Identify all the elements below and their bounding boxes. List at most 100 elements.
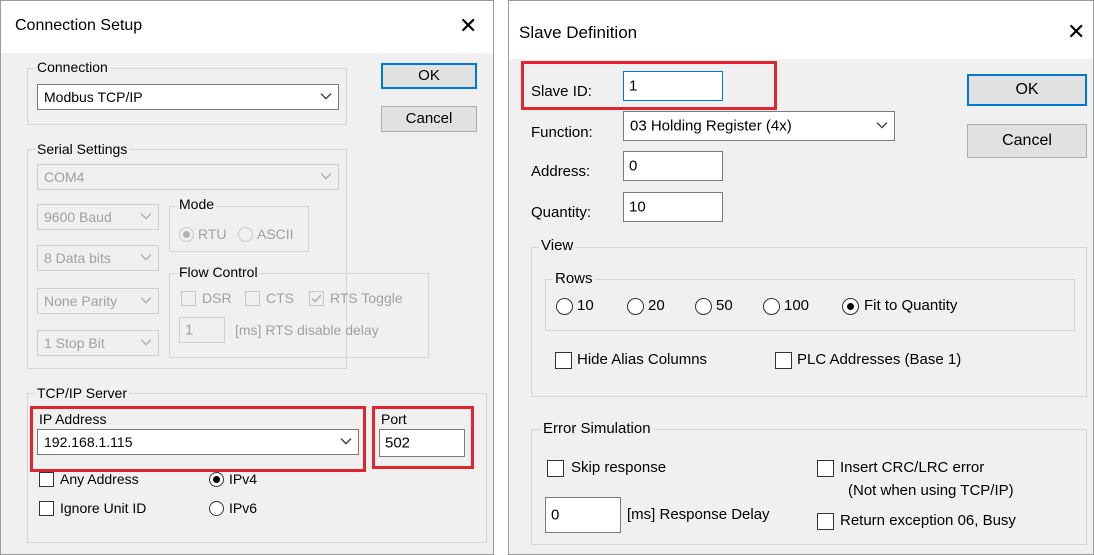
- stop-bit-select[interactable]: 1 Stop Bit: [37, 330, 159, 356]
- skip-response-checkbox[interactable]: [547, 460, 564, 477]
- slave-definition-dialog: Slave Definition ✕ Slave ID: 1 Function:…: [508, 0, 1094, 555]
- function-label: Function:: [531, 124, 593, 141]
- plc-addresses-checkbox[interactable]: [775, 352, 792, 369]
- slave-id-value: 1: [629, 77, 638, 95]
- close-icon[interactable]: ✕: [459, 15, 477, 37]
- chevron-down-icon: [140, 339, 152, 346]
- cancel-button-label: Cancel: [405, 110, 453, 127]
- ok-button-label: OK: [1015, 81, 1039, 98]
- ip-address-select[interactable]: 192.168.1.115: [37, 429, 359, 455]
- mode-label: Mode: [177, 196, 217, 212]
- cancel-button[interactable]: Cancel: [967, 124, 1087, 158]
- ip-address-label: IP Address: [39, 411, 107, 427]
- function-value: 03 Holding Register (4x): [630, 117, 792, 135]
- checkmark-icon: [311, 294, 322, 303]
- rts-toggle-label: RTS Toggle: [330, 290, 403, 306]
- skip-response-label: Skip response: [571, 459, 667, 476]
- rows-fit-to-quantity-radio[interactable]: [842, 298, 859, 315]
- flow-control-label: Flow Control: [177, 264, 260, 280]
- rows-100-label: 100: [784, 297, 810, 314]
- radio-dot: [213, 476, 220, 483]
- slave-id-input[interactable]: 1: [623, 71, 723, 101]
- address-value: 0: [629, 157, 638, 175]
- data-bits-value: 8 Data bits: [44, 250, 111, 266]
- ipv6-radio[interactable]: [209, 501, 224, 516]
- connection-group-label: Connection: [35, 59, 110, 75]
- quantity-input[interactable]: 10: [623, 192, 723, 222]
- ipv4-radio[interactable]: [209, 472, 224, 487]
- dialog-title: Slave Definition: [519, 23, 638, 42]
- response-delay-input[interactable]: 0: [545, 497, 621, 533]
- chevron-down-icon: [320, 93, 332, 100]
- ignore-unit-id-checkbox[interactable]: [39, 501, 54, 516]
- return-exception-checkbox[interactable]: [817, 513, 834, 530]
- chevron-down-icon: [140, 254, 152, 261]
- ipv6-label: IPv6: [229, 500, 258, 516]
- port-label: Port: [381, 411, 407, 427]
- data-bits-select[interactable]: 8 Data bits: [37, 245, 159, 271]
- rts-delay-input[interactable]: 1: [179, 317, 225, 343]
- rows-label: Rows: [553, 270, 595, 287]
- rts-delay-value: 1: [185, 321, 194, 339]
- ok-button[interactable]: OK: [967, 74, 1087, 106]
- tcpip-server-label: TCP/IP Server: [35, 385, 129, 401]
- cts-checkbox[interactable]: [245, 291, 260, 306]
- rows-10-radio[interactable]: [556, 298, 573, 315]
- connection-setup-dialog: Connection Setup ✕ Connection Modbus TCP…: [0, 0, 494, 555]
- rows-10-label: 10: [577, 297, 594, 314]
- view-label: View: [539, 237, 576, 254]
- ipv4-label: IPv4: [229, 471, 258, 487]
- plc-addresses-label: PLC Addresses (Base 1): [797, 351, 962, 368]
- close-icon[interactable]: ✕: [1067, 21, 1085, 43]
- parity-select[interactable]: None Parity: [37, 288, 159, 314]
- rows-50-label: 50: [716, 297, 733, 314]
- dsr-label: DSR: [202, 290, 232, 306]
- any-address-checkbox[interactable]: [39, 472, 54, 487]
- quantity-label: Quantity:: [531, 204, 592, 221]
- mode-ascii-label: ASCII: [257, 226, 294, 242]
- rows-20-radio[interactable]: [627, 298, 644, 315]
- address-label: Address:: [531, 163, 591, 180]
- ok-button[interactable]: OK: [381, 63, 477, 89]
- ip-address-value: 192.168.1.115: [44, 434, 133, 450]
- rows-fit-to-quantity-label: Fit to Quantity: [864, 297, 958, 314]
- stop-bit-value: 1 Stop Bit: [44, 335, 105, 351]
- connection-type-value: Modbus TCP/IP: [44, 89, 143, 105]
- insert-crc-error-note: (Not when using TCP/IP): [848, 482, 1014, 499]
- mode-rtu-radio[interactable]: [179, 227, 194, 242]
- cancel-button[interactable]: Cancel: [381, 106, 477, 132]
- ok-button-label: OK: [418, 67, 440, 84]
- response-delay-label: [ms] Response Delay: [627, 506, 770, 523]
- error-simulation-label: Error Simulation: [541, 420, 653, 437]
- flow-control-group: [169, 273, 429, 358]
- mode-rtu-label: RTU: [198, 226, 227, 242]
- baud-rate-value: 9600 Baud: [44, 209, 112, 225]
- chevron-down-icon: [340, 438, 352, 445]
- insert-crc-error-checkbox[interactable]: [817, 460, 834, 477]
- port-value: 502: [385, 434, 411, 452]
- chevron-down-icon: [140, 213, 152, 220]
- connection-type-select[interactable]: Modbus TCP/IP: [37, 84, 339, 110]
- rows-group: [545, 279, 1075, 331]
- rows-50-radio[interactable]: [695, 298, 712, 315]
- any-address-label: Any Address: [60, 471, 139, 487]
- hide-alias-columns-checkbox[interactable]: [555, 352, 572, 369]
- serial-port-value: COM4: [44, 169, 85, 185]
- chevron-down-icon: [876, 122, 888, 129]
- chevron-down-icon: [140, 297, 152, 304]
- rts-toggle-checkbox[interactable]: [309, 291, 324, 306]
- mode-ascii-radio[interactable]: [238, 227, 253, 242]
- rts-delay-label: [ms] RTS disable delay: [235, 322, 379, 338]
- insert-crc-error-label: Insert CRC/LRC error: [840, 459, 985, 476]
- serial-port-select[interactable]: COM4: [37, 164, 339, 190]
- cts-label: CTS: [266, 290, 294, 306]
- rows-100-radio[interactable]: [763, 298, 780, 315]
- dialog-title: Connection Setup: [15, 17, 143, 34]
- function-select[interactable]: 03 Holding Register (4x): [623, 111, 895, 141]
- address-input[interactable]: 0: [623, 151, 723, 181]
- radio-dot: [183, 231, 190, 238]
- dsr-checkbox[interactable]: [181, 291, 196, 306]
- port-input[interactable]: 502: [379, 429, 465, 457]
- cancel-button-label: Cancel: [1002, 132, 1052, 149]
- baud-rate-select[interactable]: 9600 Baud: [37, 204, 159, 230]
